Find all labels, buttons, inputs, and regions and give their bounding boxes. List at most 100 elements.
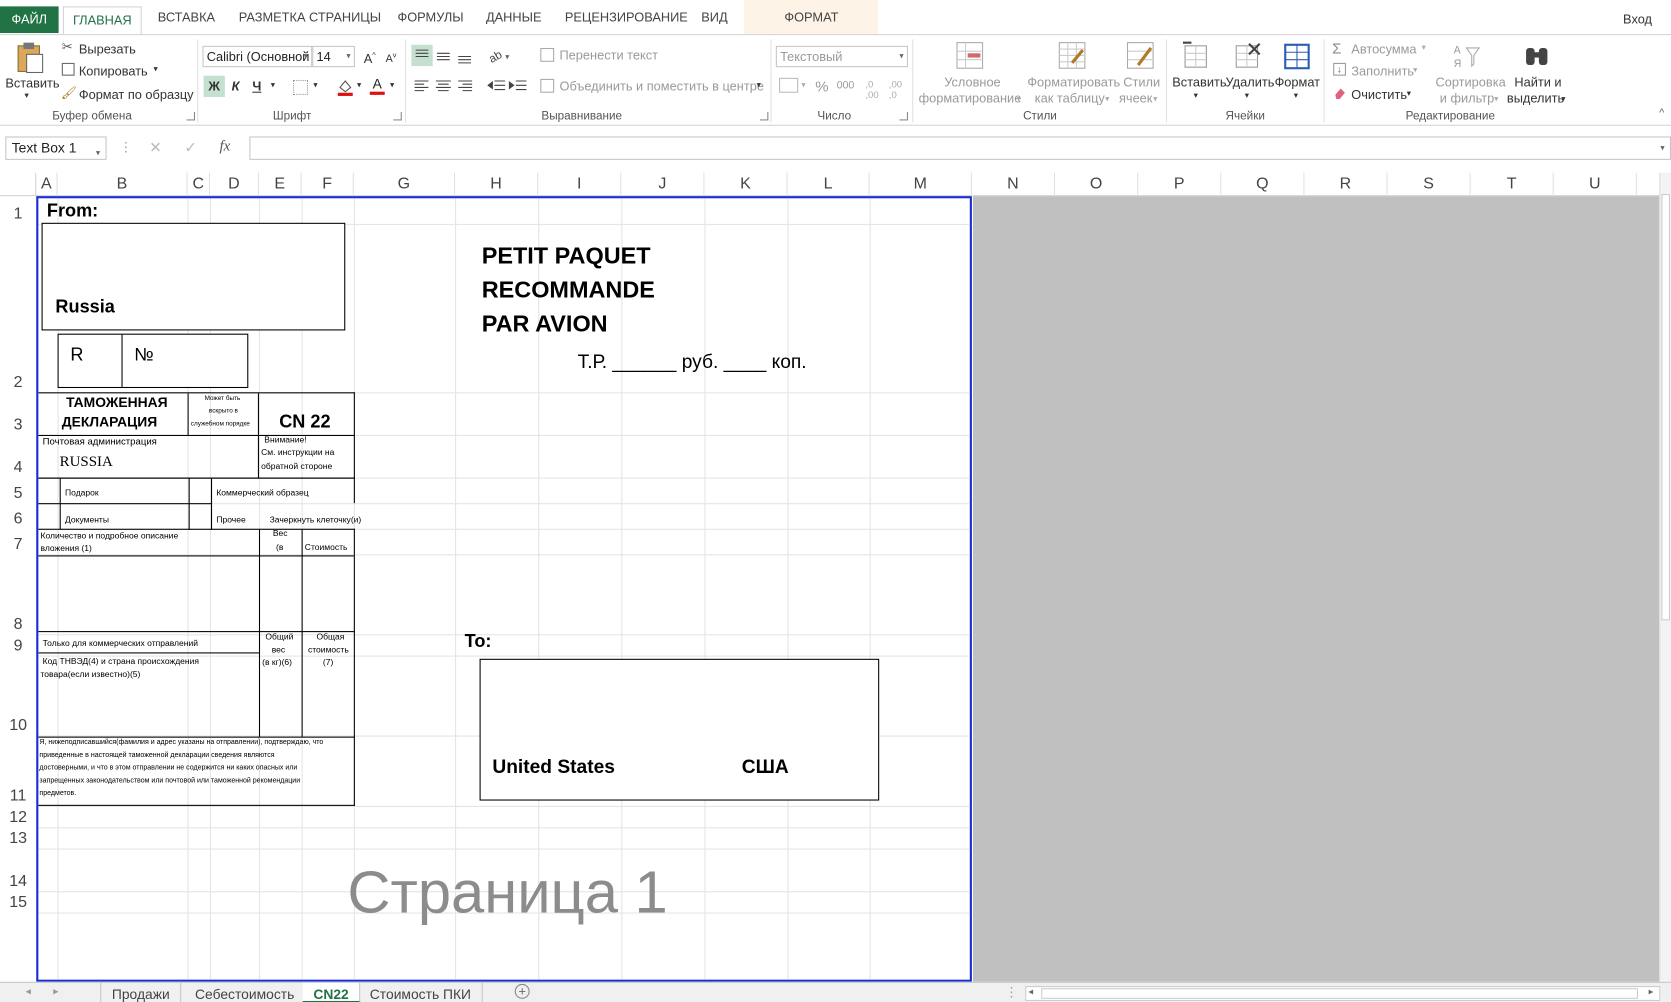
page-area[interactable]: From: Russia R № PETIT PAQUET RECOMMANDE… [36,196,972,982]
tab-data[interactable]: ДАННЫЕ [486,10,542,25]
increase-decimal-icon[interactable]: ,0,00 [865,79,878,100]
row-header[interactable]: 14 [0,849,36,892]
thousands-button[interactable]: 000 [837,80,855,92]
horizontal-scroll-thumb[interactable] [1041,988,1638,999]
decrease-decimal-icon[interactable]: ,00,0 [889,79,902,100]
fx-button[interactable]: fx [220,139,231,156]
row-header[interactable]: 12 [0,806,36,827]
formula-input[interactable] [249,136,1671,160]
currency-dropdown-icon[interactable]: ▾ [801,80,805,90]
align-center-icon[interactable] [433,77,454,96]
row-header[interactable]: 10 [0,656,36,736]
orientation-icon[interactable]: ab ▾ [486,45,514,66]
next-sheet-icon[interactable]: ▸ [53,986,58,998]
autosum-button[interactable]: Автосумма [1351,42,1416,57]
column-header[interactable]: B [58,172,188,197]
number-launcher-icon[interactable] [899,111,908,121]
sheet-tab-cost[interactable]: Себестоимость [184,982,307,1002]
vertical-scrollbar[interactable] [1659,172,1671,982]
tab-split-grip-icon[interactable]: ⋮ [1005,985,1018,1000]
borders-dropdown-icon[interactable]: ▾ [313,80,317,90]
font-color-icon[interactable]: A [369,76,386,97]
row-header[interactable]: 6 [0,503,36,529]
tab-view[interactable]: ВИД [701,10,727,25]
column-header[interactable]: I [538,172,622,197]
align-top-icon[interactable] [411,44,433,67]
fill-button[interactable]: Заполнить [1351,64,1414,79]
column-header[interactable]: E [259,172,302,197]
borders-icon[interactable] [293,79,308,95]
font-name-combo[interactable]: Calibri (Основной ▾ [202,45,313,68]
increase-indent-icon[interactable] [507,77,528,96]
increase-font-icon[interactable]: A^ [359,46,380,67]
wrap-text-button[interactable]: Перенести текст [559,48,657,63]
column-header[interactable]: A [36,172,58,197]
column-header[interactable]: T [1471,172,1554,197]
paste-button[interactable]: Вставить [5,76,59,91]
cell-styles-button[interactable]: Стили [1123,75,1160,90]
sheet-tab-pki-cost[interactable]: Стоимость ПКИ [359,982,483,1002]
align-bottom-icon[interactable] [454,45,475,66]
align-middle-icon[interactable] [433,45,454,66]
underline-dropdown-icon[interactable]: ▾ [271,80,275,90]
sheet-tab-sales[interactable]: Продажи [100,982,182,1002]
row-header[interactable]: 2 [0,224,36,392]
contents-table[interactable]: Количество и подробное описание вложения… [38,528,355,633]
vertical-scroll-thumb[interactable] [1661,194,1670,621]
row-header[interactable]: 13 [0,827,36,848]
column-header[interactable]: G [354,172,456,197]
horizontal-scrollbar[interactable]: ◂ ▸ [1025,986,1661,1001]
row-header[interactable]: 1 [0,196,36,224]
currency-icon[interactable] [779,77,799,93]
row-header[interactable]: 7 [0,529,36,555]
from-address-box[interactable]: Russia [41,222,346,331]
row-header[interactable]: 4 [0,435,36,478]
column-header[interactable]: K [704,172,788,197]
sort-filter-button[interactable]: Сортировка [1435,75,1505,90]
tab-insert[interactable]: ВСТАВКА [158,10,215,25]
decrease-indent-icon[interactable] [486,77,507,96]
column-header[interactable]: J [621,172,705,197]
font-size-combo[interactable]: 14 ▾ [312,45,355,68]
align-left-icon[interactable] [411,77,432,96]
row-header[interactable]: 11 [0,736,36,806]
tab-formulas[interactable]: ФОРМУЛЫ [398,10,464,25]
align-right-icon[interactable] [454,77,475,96]
to-address-box[interactable]: United States США [479,658,880,801]
scroll-left-icon[interactable]: ◂ [1028,986,1033,998]
tab-format[interactable]: ФОРМАТ [784,10,838,25]
copy-dropdown-icon[interactable]: ▾ [153,64,157,74]
column-header[interactable]: N [972,172,1056,197]
tab-file[interactable]: ФАЙЛ [0,6,59,34]
name-box[interactable]: Text Box 1 ▾ [5,136,107,160]
italic-button[interactable]: К [225,76,246,97]
tab-home[interactable]: ГЛАВНАЯ [62,6,142,36]
commercial-table[interactable]: Только для коммерческих отправлений Общи… [38,631,355,738]
font-launcher-icon[interactable] [393,111,402,121]
number-format-combo[interactable]: Текстовый ▾ [775,45,908,68]
copy-button[interactable]: Копировать [79,64,148,79]
insert-cells-button[interactable]: Вставить [1172,75,1226,90]
column-header[interactable]: D [210,172,259,197]
clear-button[interactable]: Очистить [1351,87,1407,102]
column-header[interactable]: P [1138,172,1222,197]
column-header[interactable]: F [302,172,354,197]
row-header[interactable]: 9 [0,634,36,655]
format-as-table-button[interactable]: Форматировать [1027,75,1120,90]
merge-dropdown-icon[interactable]: ▾ [757,80,761,90]
paste-dropdown-icon[interactable]: ▾ [25,91,29,101]
delete-cells-button[interactable]: Удалить [1226,75,1275,90]
format-cells-button[interactable]: Формат [1275,75,1320,90]
format-painter-button[interactable]: Формат по образцу [79,87,194,102]
collapse-ribbon-icon[interactable]: ^ [1659,108,1664,120]
row-header[interactable]: 3 [0,392,36,435]
registration-box[interactable]: R № [57,333,249,389]
sheet-tab-cn22[interactable]: CN22 [302,982,361,1002]
merge-center-button[interactable]: Объединить и поместить в центре [559,79,763,94]
cancel-icon[interactable]: ✕ [149,139,162,157]
column-header[interactable]: M [870,172,972,197]
fill-color-dropdown-icon[interactable]: ▾ [357,80,361,90]
column-header[interactable]: L [788,172,870,197]
column-header[interactable]: S [1388,172,1471,197]
sign-in-link[interactable]: Вход [1623,12,1652,27]
